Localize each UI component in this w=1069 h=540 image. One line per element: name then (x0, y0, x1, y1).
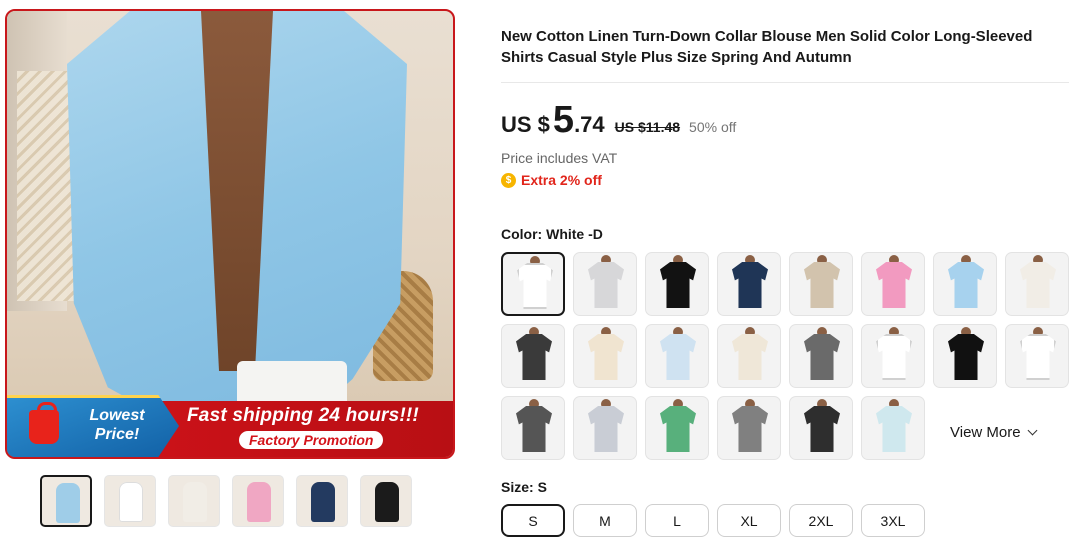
size-option-m[interactable]: M (573, 504, 637, 537)
swatch-shirt (732, 406, 768, 452)
color-swatch[interactable] (789, 252, 853, 316)
shopping-bag-icon (29, 402, 59, 444)
size-options: S M L XL 2XL 3XL (501, 504, 925, 537)
color-swatch[interactable] (645, 252, 709, 316)
color-swatch[interactable] (573, 324, 637, 388)
thumbnail-figure (119, 482, 143, 522)
price-currency: US $ (501, 112, 550, 137)
color-swatch[interactable] (717, 324, 781, 388)
swatch-shirt (732, 334, 768, 380)
thumbnail-5[interactable] (296, 475, 348, 527)
extra-discount[interactable]: $ Extra 2% off (501, 172, 602, 188)
color-swatch[interactable] (573, 396, 637, 460)
color-swatch[interactable] (717, 252, 781, 316)
view-more-label: View More (950, 424, 1021, 441)
color-swatch[interactable] (501, 252, 565, 316)
color-swatch[interactable] (789, 396, 853, 460)
color-label: Color: White -D (501, 226, 603, 242)
thumbnail-figure (56, 483, 80, 523)
size-option-2xl[interactable]: 2XL (789, 504, 853, 537)
swatch-shirt (876, 334, 912, 380)
color-swatch[interactable] (1005, 252, 1069, 316)
thumbnail-figure (247, 482, 271, 522)
thumbnail-3[interactable] (168, 475, 220, 527)
size-option-3xl[interactable]: 3XL (861, 504, 925, 537)
color-swatch[interactable] (573, 252, 637, 316)
swatch-shirt (1020, 334, 1056, 380)
promo-main-text: Fast shipping 24 hours!!! (187, 405, 419, 426)
swatch-shirt (517, 263, 553, 309)
coin-icon: $ (501, 172, 516, 188)
thumbnail-4[interactable] (232, 475, 284, 527)
lowest-price-badge: Lowest Price! (7, 395, 179, 457)
color-swatch[interactable] (1005, 324, 1069, 388)
size-option-xl[interactable]: XL (717, 504, 781, 537)
original-price: US $11.48 (614, 119, 681, 135)
badge-text: Lowest Price! (81, 406, 153, 444)
thumbnail-figure (311, 482, 335, 522)
swatch-shirt (588, 262, 624, 308)
swatch-shirt (660, 334, 696, 380)
size-option-s[interactable]: S (501, 504, 565, 537)
size-option-l[interactable]: L (645, 504, 709, 537)
color-swatch[interactable] (933, 324, 997, 388)
price-decimal: .74 (574, 112, 605, 137)
promo-banner: Lowest Price! Fast shipping 24 hours!!! … (7, 395, 453, 457)
swatch-shirt (732, 262, 768, 308)
price-row: US $ 5 .74 US $11.48 50% off (501, 100, 736, 140)
thumbnail-6[interactable] (360, 475, 412, 527)
badge-line2: Price! (94, 426, 140, 443)
divider (501, 82, 1069, 83)
swatch-shirt (1020, 262, 1056, 308)
swatch-shirt (948, 262, 984, 308)
thumbnail-1[interactable] (40, 475, 92, 527)
chevron-down-icon (1027, 425, 1038, 436)
swatch-shirt (660, 406, 696, 452)
color-swatch[interactable] (501, 396, 565, 460)
badge-line1: Lowest (89, 407, 145, 424)
main-product-image[interactable]: Lowest Price! Fast shipping 24 hours!!! … (5, 9, 455, 459)
color-swatch[interactable] (861, 252, 925, 316)
color-swatch[interactable] (861, 396, 925, 460)
color-swatch[interactable] (501, 324, 565, 388)
thumbnail-2[interactable] (104, 475, 156, 527)
thumbnail-figure (375, 482, 399, 522)
swatch-shirt (804, 262, 840, 308)
promo-sub-text: Factory Promotion (239, 431, 384, 449)
swatch-shirt (876, 262, 912, 308)
swatch-shirt (588, 334, 624, 380)
color-swatch[interactable] (717, 396, 781, 460)
color-swatch[interactable] (645, 324, 709, 388)
product-title: New Cotton Linen Turn-Down Collar Blouse… (501, 28, 1033, 66)
thumbnail-strip (40, 475, 412, 527)
color-swatch[interactable] (933, 252, 997, 316)
color-swatch[interactable] (645, 396, 709, 460)
swatch-shirt (948, 334, 984, 380)
price-integer: 5 (552, 99, 575, 141)
swatch-shirt (516, 406, 552, 452)
size-label: Size: S (501, 479, 547, 495)
swatch-shirt (876, 406, 912, 452)
swatch-shirt (516, 334, 552, 380)
vat-note: Price includes VAT (501, 150, 618, 166)
swatch-shirt (804, 334, 840, 380)
swatch-shirt (804, 406, 840, 452)
swatch-shirt (660, 262, 696, 308)
swatch-shirt (588, 406, 624, 452)
view-more-button[interactable]: View More (950, 424, 1038, 441)
color-swatch[interactable] (861, 324, 925, 388)
color-swatch[interactable] (789, 324, 853, 388)
discount-percent: 50% off (689, 119, 737, 135)
thumbnail-figure (183, 482, 207, 522)
extra-discount-text: Extra 2% off (521, 172, 602, 188)
